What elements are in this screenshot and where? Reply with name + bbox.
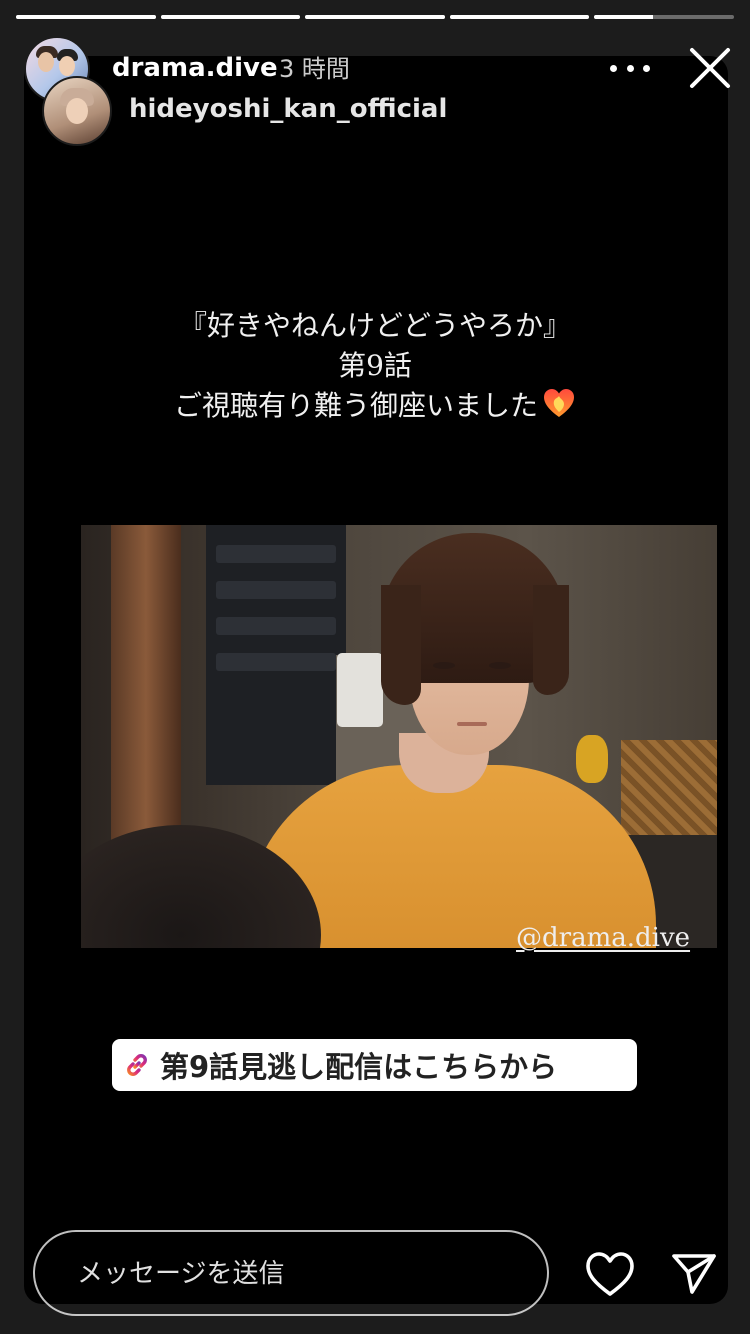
watermark-handle: @drama.dive xyxy=(516,923,691,953)
heart-icon[interactable] xyxy=(584,1250,636,1298)
progress-segment-fill xyxy=(16,15,156,19)
avatar-stack[interactable] xyxy=(24,36,114,146)
caption-title: 『好きやねんけどどうやろか』 xyxy=(178,309,571,342)
story-caption: 『好きやねんけどどうやろか』 第9話 ご視聴有り難う御座いました xyxy=(100,306,650,426)
progress-segment-4 xyxy=(449,15,590,19)
progress-segment-fill xyxy=(305,15,445,19)
reshared-username[interactable]: hideyoshi_kan_official xyxy=(129,91,447,127)
avatar-hideyoshi-kan-official[interactable] xyxy=(42,76,112,146)
progress-segment-1 xyxy=(16,15,156,19)
link-sticker[interactable]: 第9話見逃し配信はこちらから xyxy=(112,1039,637,1091)
close-icon[interactable] xyxy=(688,46,732,90)
wall-phone-icon xyxy=(337,653,383,727)
progress-segment-fill xyxy=(449,15,590,19)
send-icon[interactable] xyxy=(670,1250,718,1296)
story-photo xyxy=(81,525,717,948)
progress-segment-fill xyxy=(160,15,301,19)
progress-segment-5 xyxy=(594,15,734,19)
heart-fire-emoji xyxy=(544,389,574,417)
progress-segment-fill xyxy=(594,15,653,19)
more-horizontal-icon[interactable] xyxy=(610,52,650,84)
username[interactable]: drama.dive xyxy=(112,50,278,86)
story-content[interactable] xyxy=(24,56,728,1304)
progress-segment-3 xyxy=(305,15,445,19)
caption-episode: 第9話 xyxy=(338,349,412,382)
caption-thanks-line: ご視聴有り難う御座いました xyxy=(100,386,650,426)
caption-thanks: ご視聴有り難う御座いました xyxy=(173,389,538,422)
link-sticker-label: 第9話見逃し配信はこちらから xyxy=(160,1050,558,1084)
progress-segment-2 xyxy=(160,15,301,19)
message-input[interactable]: メッセージを送信 xyxy=(33,1230,549,1316)
message-placeholder: メッセージを送信 xyxy=(77,1259,285,1289)
story-progress-bar xyxy=(16,15,734,19)
post-time: 3 時間 xyxy=(279,55,350,83)
link-icon xyxy=(127,1054,147,1076)
